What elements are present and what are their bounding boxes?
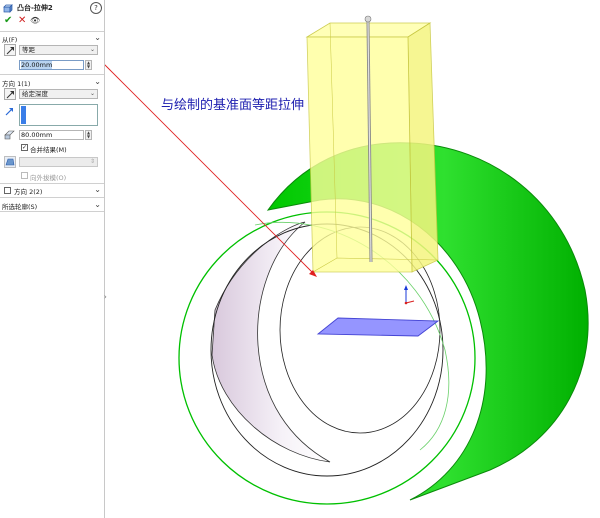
depth-input[interactable]: 80.00mm [19, 130, 84, 140]
reverse-arrow-icon [6, 47, 14, 55]
merge-result-label: 合并结果(M) [30, 146, 67, 154]
help-button[interactable]: ? [90, 2, 102, 14]
direction-vector-icon [5, 108, 13, 116]
direction1-section-header[interactable]: 方向 1(1) ⌄ [2, 77, 102, 88]
merge-result-checkbox[interactable]: ✓ [21, 144, 28, 151]
collapse-chevron-icon[interactable]: ⌄ [94, 33, 101, 42]
draft-outward-label: 向外拔模(O) [30, 174, 67, 182]
sketch-profile [316, 317, 440, 337]
selected-contours-section-header[interactable]: 所选轮廓(S) ⌄ [2, 200, 102, 211]
direction2-checkbox[interactable] [4, 187, 11, 194]
divider [0, 197, 104, 198]
spinner-icon: ⇕ [89, 158, 95, 165]
reverse-arrow-icon [6, 91, 14, 99]
selection-indicator [21, 106, 26, 124]
panel-header: 凸台-拉伸2 ? [2, 2, 102, 14]
end-condition-dropdown[interactable]: 给定深度 ⌄ [19, 89, 98, 99]
direction-selection-box[interactable] [19, 104, 98, 126]
divider [0, 74, 104, 75]
from-section-label: 从(F) [2, 36, 18, 44]
depth-value: 80.00mm [21, 131, 53, 139]
from-section-header[interactable]: 从(F) ⌄ [2, 33, 102, 44]
dropdown-arrow-icon: ⌄ [89, 90, 95, 97]
feature-title: 凸台-拉伸2 [17, 4, 53, 12]
direction2-section-label: 方向 2(2) [14, 188, 43, 196]
divider [0, 183, 104, 184]
boss-extrude-icon [3, 4, 13, 13]
from-offset-input[interactable]: 20.00mm [19, 60, 84, 70]
draft-icon[interactable] [4, 156, 16, 168]
expand-chevron-icon[interactable]: ⌄ [94, 185, 101, 194]
direction1-section-label: 方向 1(1) [2, 80, 31, 88]
extrude-preview [305, 22, 439, 273]
from-type-value: 等距 [22, 46, 35, 54]
from-offset-spinner[interactable]: ▲ ▼ [85, 60, 92, 70]
depth-icon [4, 130, 15, 140]
annotation-text: 与绘制的基准面等距拉伸 [161, 98, 305, 113]
panel-collapse-handle[interactable]: › [104, 290, 109, 304]
preview-button[interactable]: 👁 [30, 15, 40, 26]
direction1-reverse-button[interactable] [4, 88, 16, 100]
dropdown-arrow-icon: ⌄ [89, 46, 95, 53]
depth-spinner[interactable]: ▲ ▼ [85, 130, 92, 140]
draft-angle-input[interactable]: ⇕ [19, 157, 98, 167]
direction2-section-header[interactable]: 方向 2(2) ⌄ [14, 185, 102, 196]
from-type-dropdown[interactable]: 等距 ⌄ [19, 45, 98, 55]
ok-button[interactable]: ✔ [4, 15, 12, 26]
property-manager-panel: 凸台-拉伸2 ? ✔ ✕ 👁 从(F) ⌄ 等距 ⌄ 20.00mm ▲ ▼ 方向… [0, 0, 105, 518]
from-offset-value: 20.00mm [21, 61, 53, 69]
divider [0, 211, 104, 212]
divider [0, 31, 104, 32]
cancel-button[interactable]: ✕ [18, 15, 26, 26]
draft-outward-checkbox[interactable] [21, 172, 28, 179]
end-condition-value: 给定深度 [22, 90, 48, 98]
selected-contours-section-label: 所选轮廓(S) [2, 203, 38, 211]
collapse-chevron-icon[interactable]: ⌄ [94, 77, 101, 86]
expand-chevron-icon[interactable]: ⌄ [94, 200, 101, 209]
from-reverse-button[interactable] [4, 44, 16, 56]
